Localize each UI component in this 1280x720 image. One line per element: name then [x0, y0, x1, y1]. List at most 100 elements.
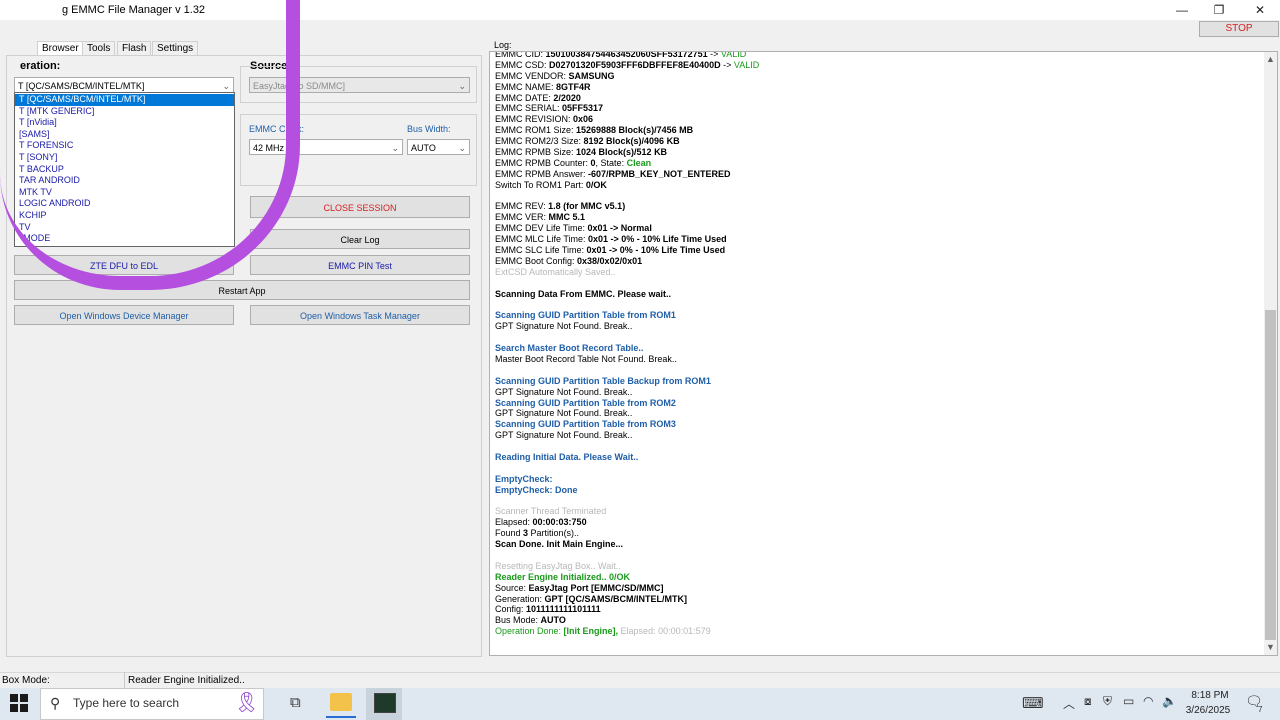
log-text: 1.8 (for MMC v5.1) — [548, 201, 626, 212]
log-text: D02701320F5903FFF6DBFFEF8E40400D — [549, 59, 721, 70]
status-message: Reader Engine Initialized.. — [128, 675, 245, 686]
log-text: EMMC DEV Life Time: — [495, 223, 588, 234]
log-text: EMMC REVISION: — [495, 114, 574, 125]
log-text: Scanning GUID Partition Table Backup fro… — [495, 375, 711, 386]
log-text: EMMC Boot Config: — [495, 255, 578, 266]
notification-count: 7 — [1258, 705, 1263, 714]
log-text: Scanning GUID Partition Table from ROM2 — [495, 397, 676, 408]
log-text: EMMC CSD: — [495, 59, 549, 70]
scroll-down-icon[interactable]: ▼ — [1266, 642, 1275, 652]
clock-date[interactable]: 3/26/2025 — [1183, 705, 1233, 716]
search-placeholder: Type here to search — [73, 696, 180, 710]
log-text: 1011111111101111 — [526, 604, 601, 615]
battery-icon[interactable]: ▭ — [1123, 694, 1134, 708]
bus-width-value: AUTO — [411, 143, 436, 153]
volume-icon[interactable]: 🔈 — [1162, 694, 1177, 708]
restore-button[interactable]: ❐ — [1199, 0, 1239, 20]
log-text: EMMC MLC Life Time: — [495, 234, 589, 245]
log-line: Switch To ROM1 Part: 0/OK — [495, 180, 1255, 191]
file-explorer-icon[interactable] — [330, 693, 352, 711]
log-box[interactable]: EMMC CID: 150100384754463452060SFF531727… — [489, 51, 1278, 656]
log-scrollbar-thumb[interactable] — [1265, 310, 1276, 640]
close-button[interactable]: ✕ — [1240, 0, 1280, 20]
log-text: Reading Initial Data. Please Wait.. — [495, 451, 639, 462]
log-text: 8192 Block(s)/4096 KB — [583, 136, 680, 147]
bus-width-select[interactable]: AUTO ⌄ — [407, 139, 470, 155]
chevron-down-icon: ⌄ — [391, 143, 399, 153]
stop-button[interactable]: STOP — [1199, 21, 1279, 37]
log-text: ExtCSD Automatically Saved.. — [495, 266, 616, 277]
log-text: Operation Done: — [495, 626, 564, 637]
log-line: EMMC CID: 150100384754463452060SFF531727… — [495, 51, 1255, 60]
log-line: EmptyCheck: — [495, 474, 1255, 485]
emmc-pin-test-button[interactable]: EMMC PIN Test — [250, 255, 470, 275]
log-line: EMMC ROM1 Size: 15269888 Block(s)/7456 M… — [495, 125, 1255, 136]
open-device-manager-button[interactable]: Open Windows Device Manager — [14, 305, 234, 325]
log-text: 0x38/0x02/0x01 — [577, 255, 643, 266]
log-text: MMC 5.1 — [548, 212, 586, 223]
log-text: Scanning GUID Partition Table from ROM3 — [495, 419, 676, 430]
log-line: EMMC REVISION: 0x06 — [495, 114, 1255, 125]
log-line: Generation: GPT [QC/SAMS/BCM/INTEL/MTK] — [495, 594, 1255, 605]
log-line: Elapsed: 00:00:03:750 — [495, 517, 1255, 528]
log-line: Scanning GUID Partition Table Backup fro… — [495, 376, 1255, 387]
wifi-icon[interactable]: ◠ — [1143, 694, 1153, 708]
log-line: GPT Signature Not Found. Break.. — [495, 387, 1255, 398]
log-text: SAMSUNG — [568, 70, 615, 81]
log-text: EMMC SERIAL: — [495, 103, 563, 114]
log-text: Elapsed: — [495, 517, 533, 528]
clear-log-button[interactable]: Clear Log — [250, 229, 470, 249]
log-text: Found — [495, 528, 524, 539]
minimize-button[interactable]: — — [1162, 0, 1202, 20]
log-text: 150100384754463452060SFF53172751 — [545, 51, 708, 59]
log-line: Scanning GUID Partition Table from ROM3 — [495, 419, 1255, 430]
log-line: EMMC CSD: D02701320F5903FFF6DBFFEF8E4040… — [495, 60, 1255, 71]
log-text: 8GTF4R — [556, 81, 591, 92]
emmc-app-icon[interactable] — [374, 693, 396, 713]
keyboard-icon[interactable]: ⌨ — [1022, 694, 1044, 712]
task-view-icon[interactable]: ⧉ — [290, 694, 301, 711]
status-divider — [124, 672, 125, 688]
log-text: Elapsed: 00:00:01:579 — [618, 626, 711, 637]
log-line: Reader Engine Initialized.. 0/OK — [495, 572, 1255, 583]
log-line: Scan Done. Init Main Engine... — [495, 539, 1255, 550]
log-text: Scanning GUID Partition Table from ROM1 — [495, 310, 676, 321]
open-task-manager-button[interactable]: Open Windows Task Manager — [250, 305, 470, 325]
log-text: EMMC VENDOR: — [495, 70, 569, 81]
log-line: EMMC DATE: 2/2020 — [495, 93, 1255, 104]
log-line: Scanning GUID Partition Table from ROM2 — [495, 398, 1255, 409]
windows-start-icon[interactable] — [10, 694, 30, 714]
log-text: Switch To ROM1 Part: — [495, 179, 586, 190]
log-line: Scanning GUID Partition Table from ROM1 — [495, 310, 1255, 321]
clock-time[interactable]: 8:18 PM — [1190, 690, 1230, 701]
log-line: EMMC MLC Life Time: 0x01 -> 0% - 10% Lif… — [495, 234, 1255, 245]
log-line: Master Boot Record Table Not Found. Brea… — [495, 354, 1255, 365]
log-text: EMMC VER: — [495, 212, 549, 223]
log-text: 0x06 — [573, 114, 594, 125]
chevron-up-icon[interactable]: ︿ — [1063, 695, 1075, 712]
log-text: 2/2020 — [553, 92, 581, 103]
device-icon[interactable]: ⧇ — [1084, 694, 1092, 709]
log-text: Resetting EasyJtag Box.. Wait.. — [495, 560, 621, 571]
log-text: EmptyCheck: — [495, 473, 553, 484]
log-text: -607/RPMB_KEY_NOT_ENTERED — [588, 168, 731, 179]
log-line: EMMC RPMB Counter: 0, State: Clean — [495, 158, 1255, 169]
log-text: EasyJtag Port [EMMC/SD/MMC] — [528, 582, 664, 593]
log-text: 00:00:03:750 — [532, 517, 587, 528]
active-app-indicator — [326, 716, 356, 718]
log-line: EmptyCheck: Done — [495, 485, 1255, 496]
log-text: -> — [707, 51, 721, 59]
log-line: Bus Mode: AUTO — [495, 615, 1255, 626]
log-text: Clean — [626, 157, 652, 168]
scroll-up-icon[interactable]: ▲ — [1266, 54, 1275, 64]
security-icon[interactable]: ⛨ — [1103, 694, 1112, 709]
log-text: 05FF5317 — [562, 103, 604, 114]
ribbon-icon[interactable]: 🎗 — [234, 690, 259, 715]
log-text: VALID — [733, 59, 760, 70]
log-text: GPT Signature Not Found. Break.. — [495, 430, 633, 441]
log-line: Config: 1011111111101111 — [495, 604, 1255, 615]
